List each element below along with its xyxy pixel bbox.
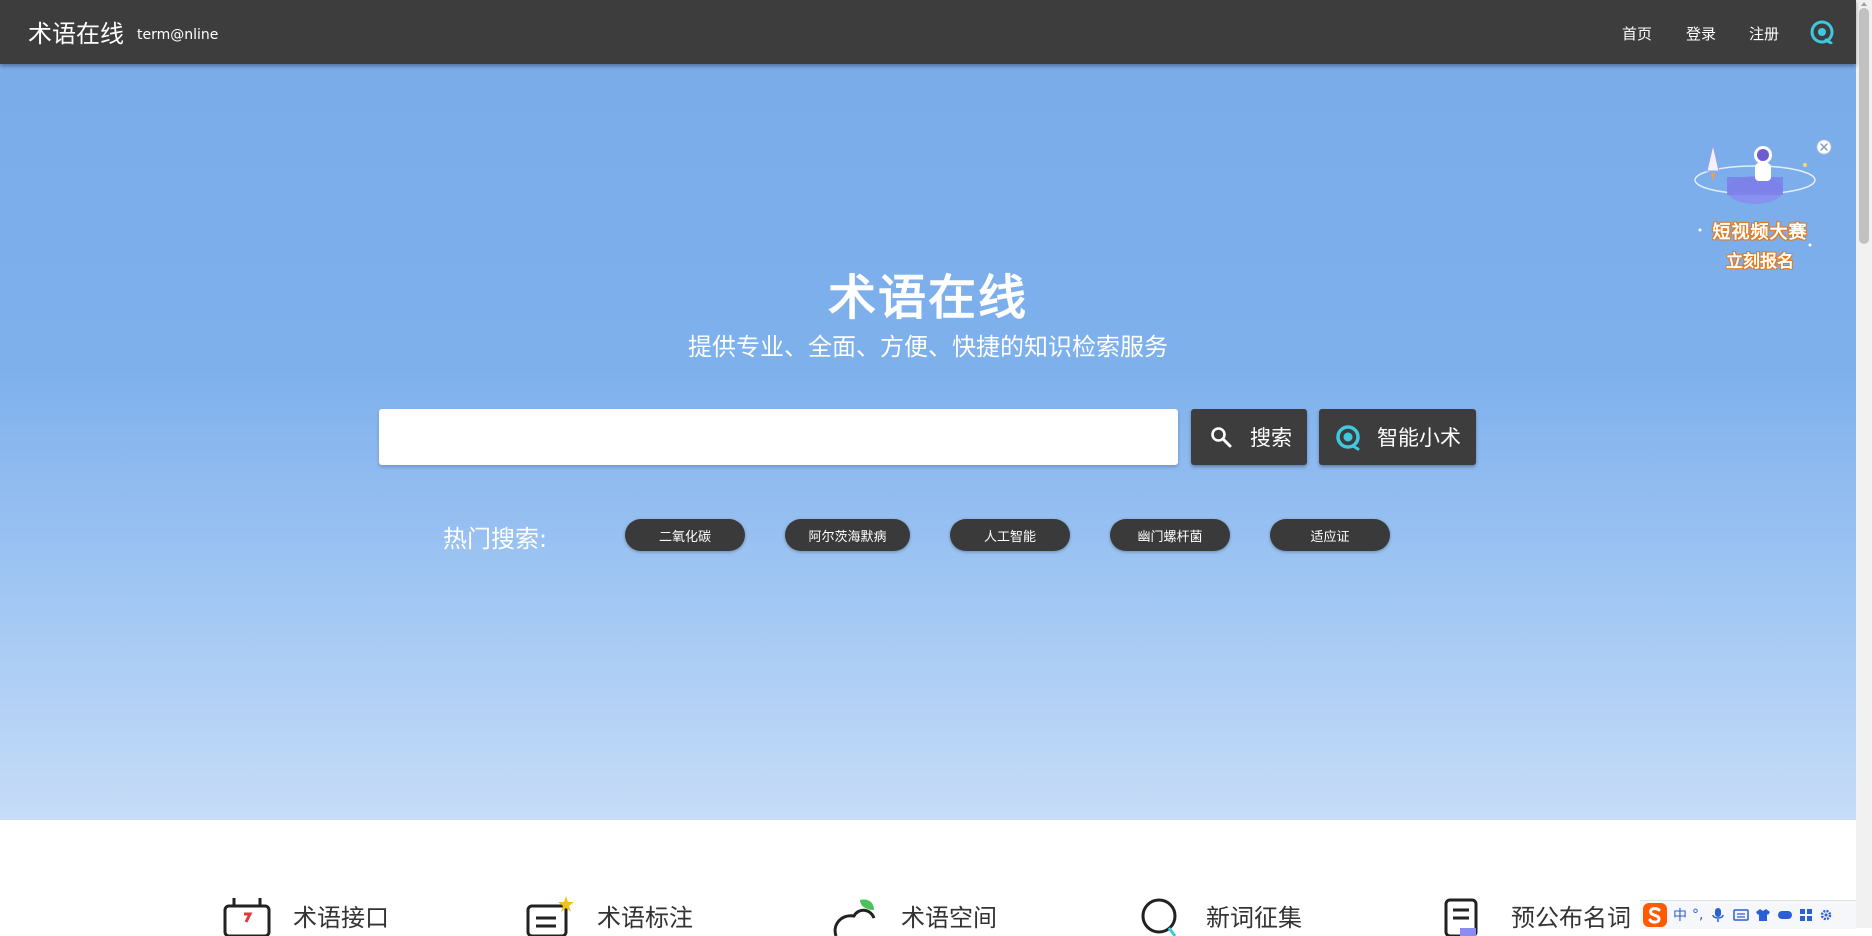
hero-title: 术语在线 [827, 270, 1028, 326]
assistant-icon[interactable] [1810, 20, 1834, 44]
hero-subtitle: 提供专业、全面、方便、快捷的知识检索服务 [688, 333, 1168, 361]
site-logo[interactable]: 术语在线 [28, 14, 124, 49]
api-icon [223, 898, 271, 936]
collect-icon [1141, 898, 1177, 936]
search-input[interactable] [379, 409, 1178, 465]
close-icon[interactable] [1816, 139, 1832, 155]
nav-home-link[interactable]: 首页 [1622, 23, 1652, 44]
hot-search-label: 热门搜索: [443, 525, 548, 553]
promo-title[interactable]: 短视频大赛 [1697, 218, 1823, 244]
sogou-logo-icon[interactable] [1642, 902, 1668, 928]
hero-section: 术语在线 提供专业、全面、方便、快捷的知识检索服务 搜索 智能小术 热门搜索: … [0, 64, 1856, 820]
space-icon [833, 899, 876, 936]
search-button-label: 搜索 [1250, 426, 1292, 450]
ime-mode-toggle[interactable]: 中 [1673, 905, 1687, 925]
ai-assistant-button[interactable]: 智能小术 [1319, 409, 1476, 465]
hot-search-tag[interactable]: 人工智能 [950, 519, 1070, 551]
search-icon [1211, 427, 1232, 448]
scroll-up-arrow-icon[interactable] [1860, 0, 1868, 8]
hot-search-tag[interactable]: 幽门螺杆菌 [1110, 519, 1230, 551]
top-navigation-bar: 术语在线 term@nline 首页 登录 注册 [0, 0, 1856, 64]
promo-subtitle[interactable]: 立刻报名 [1697, 247, 1823, 272]
nav-login-link[interactable]: 登录 [1686, 23, 1716, 44]
site-logo-english[interactable]: term@nline [137, 27, 218, 43]
annotate-icon [526, 896, 574, 936]
skin-shirt-icon[interactable] [1755, 908, 1771, 922]
ime-toolbar[interactable]: 中 °, [1640, 900, 1856, 929]
scrollbar-thumb[interactable] [1859, 8, 1869, 244]
hot-search-tag[interactable]: 适应证 [1270, 519, 1390, 551]
hot-search-tag[interactable]: 二氧化碳 [625, 519, 745, 551]
settings-gear-icon[interactable] [1819, 908, 1833, 922]
search-button[interactable]: 搜索 [1191, 409, 1307, 465]
microphone-icon[interactable] [1711, 907, 1725, 923]
nav-register-link[interactable]: 注册 [1749, 23, 1779, 44]
ime-punctuation-toggle[interactable]: °, [1692, 907, 1703, 923]
ai-assistant-label: 智能小术 [1377, 426, 1461, 450]
assistant-icon [1336, 425, 1360, 451]
gamepad-icon[interactable] [1777, 908, 1793, 922]
hot-search-tag[interactable]: 阿尔茨海默病 [785, 519, 910, 551]
keyboard-icon[interactable] [1733, 908, 1750, 922]
document-icon [1444, 898, 1478, 936]
apps-grid-icon[interactable] [1799, 908, 1813, 922]
